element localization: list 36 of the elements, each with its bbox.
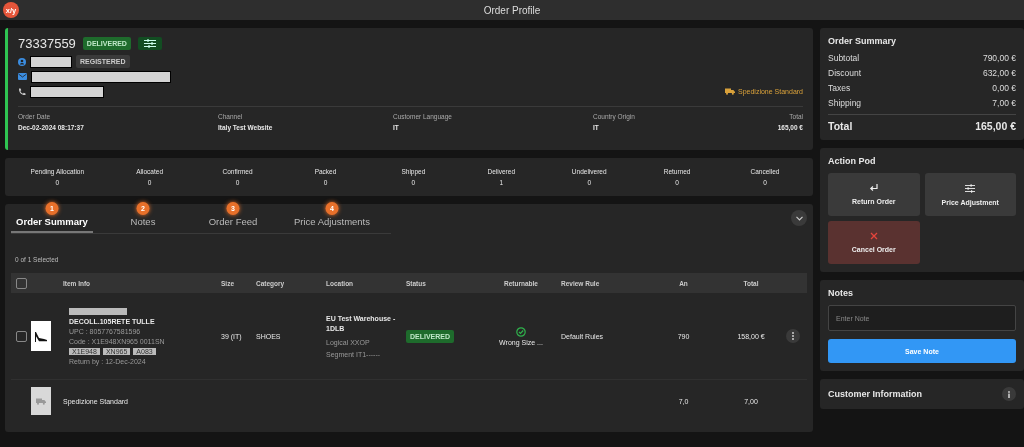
- summary-value: 632,00 €: [982, 68, 1016, 78]
- card-title: Order Summary: [828, 36, 898, 46]
- summary-label: Taxes: [828, 83, 851, 93]
- summary-value: 790,00 €: [982, 53, 1016, 63]
- info-button[interactable]: [1002, 387, 1016, 401]
- user-icon: [18, 57, 26, 66]
- total-value: 165,00 €: [975, 120, 1016, 132]
- collapse-button[interactable]: [791, 210, 807, 226]
- order-number: 73337559: [18, 36, 76, 51]
- row-checkbox[interactable]: [15, 330, 27, 342]
- summary-value: 0,00 €: [992, 83, 1016, 93]
- sliders-icon: [965, 183, 976, 193]
- truck-icon: [725, 88, 735, 95]
- mail-icon: [18, 73, 27, 80]
- total-label: Total: [828, 120, 853, 132]
- summary-value: 7,00 €: [992, 98, 1016, 108]
- more-button[interactable]: [786, 329, 800, 343]
- card-title: Customer Information: [828, 389, 922, 399]
- sliders-icon: [143, 39, 156, 48]
- card-title: Action Pod: [828, 156, 877, 166]
- select-all-checkbox[interactable]: [15, 277, 27, 289]
- return-arrow-icon: [869, 184, 879, 192]
- summary-label: Subtotal: [828, 53, 860, 63]
- filter-button[interactable]: [137, 37, 162, 50]
- close-icon: [869, 232, 878, 240]
- redaction-bar: [69, 307, 127, 315]
- card-title: Notes: [828, 288, 854, 298]
- page-title: Order Profile: [483, 4, 541, 16]
- summary-label: Shipping: [828, 98, 862, 108]
- phone-icon: [18, 87, 26, 96]
- redaction-bar: [30, 55, 72, 68]
- truck-icon: [36, 397, 46, 405]
- chevron-down-icon: [795, 215, 803, 221]
- shoe-icon: [34, 330, 48, 342]
- check-circle-icon: [516, 326, 526, 337]
- summary-label: Discount: [828, 68, 862, 78]
